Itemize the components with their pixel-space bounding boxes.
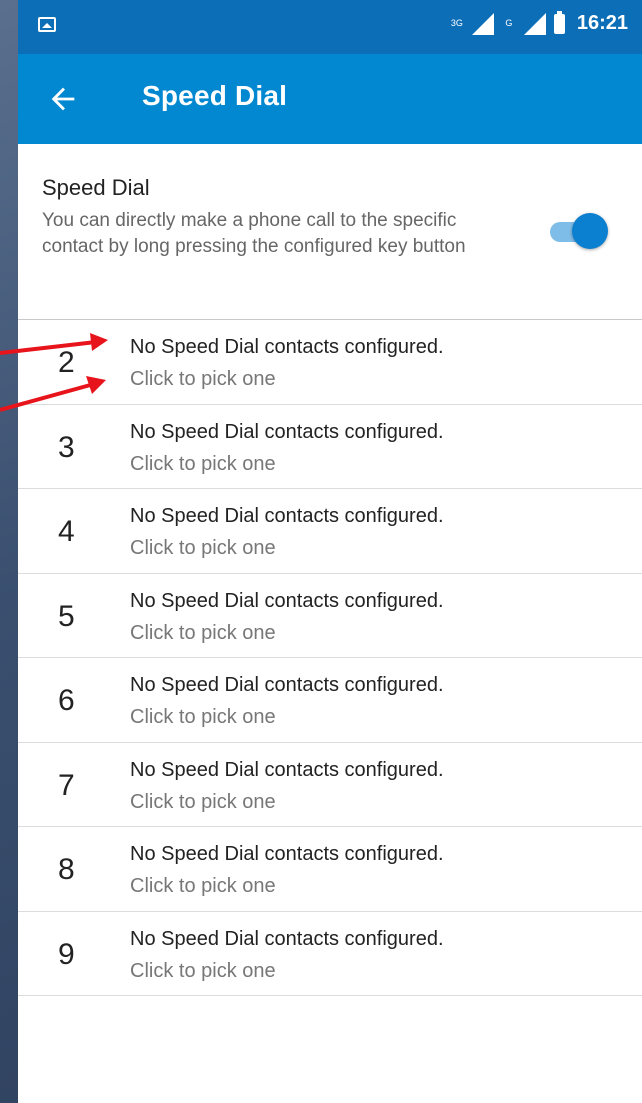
app-bar: Speed Dial <box>18 54 642 144</box>
speed-dial-row-2[interactable]: 2 No Speed Dial contacts configured. Cli… <box>18 320 642 405</box>
row-key: 4 <box>58 515 75 548</box>
row-subtitle: Click to pick one <box>130 875 276 897</box>
row-key: 2 <box>58 346 75 379</box>
network-type-3g: 3G <box>450 18 463 28</box>
toggle-thumb <box>572 213 608 249</box>
speed-dial-row-3[interactable]: 3 No Speed Dial contacts configured. Cli… <box>18 405 642 489</box>
speed-dial-row-7[interactable]: 7 No Speed Dial contacts configured. Cli… <box>18 743 642 827</box>
row-subtitle: Click to pick one <box>130 368 276 390</box>
speed-dial-row-8[interactable]: 8 No Speed Dial contacts configured. Cli… <box>18 827 642 912</box>
row-subtitle: Click to pick one <box>130 537 276 559</box>
phone-screen: 3G G 16:21 Speed Dial Speed Dial You can… <box>18 0 642 1103</box>
arrow-left-icon[interactable] <box>46 82 80 116</box>
network-type-label: 3G <box>450 19 464 28</box>
speed-dial-row-6[interactable]: 6 No Speed Dial contacts configured. Cli… <box>18 658 642 743</box>
row-title: No Speed Dial contacts configured. <box>130 927 444 950</box>
row-title: No Speed Dial contacts configured. <box>130 589 444 612</box>
row-subtitle: Click to pick one <box>130 790 276 813</box>
network-type-g: G <box>505 18 513 28</box>
speed-dial-toggle[interactable] <box>550 212 608 252</box>
row-key: 5 <box>58 599 75 633</box>
speed-dial-list: 2 No Speed Dial contacts configured. Cli… <box>18 320 642 996</box>
speed-dial-row-9[interactable]: 9 No Speed Dial contacts configured. Cli… <box>18 912 642 996</box>
setting-title: Speed Dial <box>42 175 150 200</box>
row-subtitle: Click to pick one <box>130 621 276 644</box>
image-notification-icon <box>38 17 56 32</box>
row-key: 3 <box>58 430 75 464</box>
row-title: No Speed Dial contacts configured. <box>130 758 444 781</box>
row-key: 9 <box>58 937 75 971</box>
speed-dial-row-5[interactable]: 5 No Speed Dial contacts configured. Cli… <box>18 574 642 658</box>
status-bar: 3G G 16:21 <box>18 0 642 54</box>
row-subtitle: Click to pick one <box>130 452 276 475</box>
row-title: No Speed Dial contacts configured. <box>130 674 444 696</box>
battery-icon <box>553 10 565 34</box>
row-subtitle: Click to pick one <box>130 706 276 728</box>
row-title: No Speed Dial contacts configured. <box>130 336 444 358</box>
speed-dial-row-4[interactable]: 4 No Speed Dial contacts configured. Cli… <box>18 489 642 574</box>
row-title: No Speed Dial contacts configured. <box>130 843 444 865</box>
setting-description: You can directly make a phone call to th… <box>42 210 466 257</box>
page-title: Speed Dial <box>142 80 288 111</box>
status-time: 16:21 <box>576 12 628 34</box>
row-key: 6 <box>58 684 75 717</box>
row-title: No Speed Dial contacts configured. <box>130 420 444 443</box>
speed-dial-setting[interactable]: Speed Dial You can directly make a phone… <box>18 144 642 320</box>
signal-icon <box>471 12 494 35</box>
row-subtitle: Click to pick one <box>130 959 276 982</box>
signal-icon-2 <box>523 12 546 35</box>
row-title: No Speed Dial contacts configured. <box>130 505 444 527</box>
network-type-label-2: G <box>502 19 516 28</box>
row-key: 7 <box>58 768 75 802</box>
status-icons: 3G G 16:21 <box>450 10 628 35</box>
row-key: 8 <box>58 853 75 886</box>
